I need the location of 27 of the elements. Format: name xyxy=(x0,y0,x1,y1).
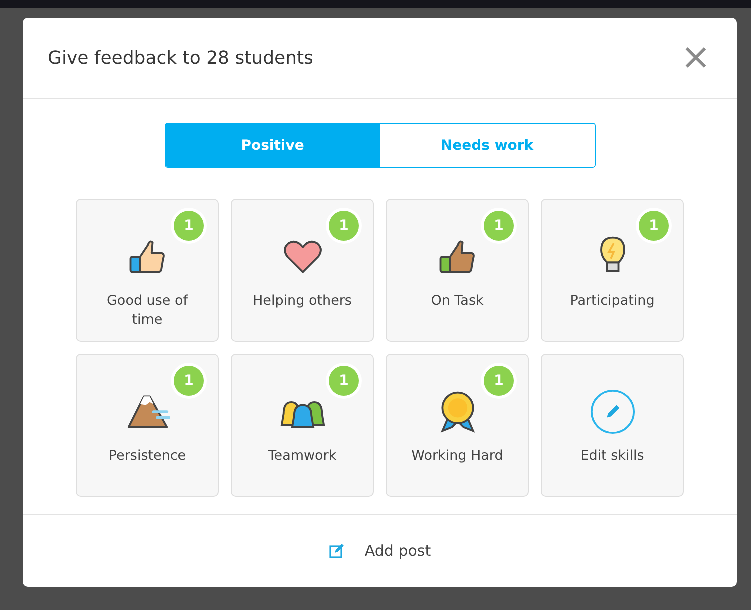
pencil-icon xyxy=(590,389,636,435)
skill-card[interactable]: 1 On Task xyxy=(386,199,529,342)
skill-label: Edit skills xyxy=(580,447,644,466)
skill-card[interactable]: 1 Persistence xyxy=(76,354,219,497)
count-badge: 1 xyxy=(329,211,359,241)
skill-label: Working Hard xyxy=(412,447,504,466)
count-badge: 1 xyxy=(484,366,514,396)
skill-card[interactable]: Edit skills xyxy=(541,354,684,497)
skill-card[interactable]: 1 Good use of time xyxy=(76,199,219,342)
skill-label: Good use of time xyxy=(106,292,190,330)
skill-label: Teamwork xyxy=(268,447,337,466)
skill-label: On Task xyxy=(431,292,484,311)
skill-label: Persistence xyxy=(108,447,186,466)
skill-card[interactable]: 1 Participating xyxy=(541,199,684,342)
count-badge: 1 xyxy=(329,366,359,396)
add-post-button[interactable]: Add post xyxy=(322,541,438,561)
skill-label: Participating xyxy=(570,292,655,311)
skill-card[interactable]: 1 Helping others xyxy=(231,199,374,342)
dialog-title: Give feedback to 28 students xyxy=(48,48,314,68)
count-badge: 1 xyxy=(639,211,669,241)
count-badge: 1 xyxy=(174,211,204,241)
skill-card[interactable]: 1 Working Hard xyxy=(386,354,529,497)
skill-label: Helping others xyxy=(253,292,352,311)
count-badge: 1 xyxy=(174,366,204,396)
skill-card[interactable]: 1 Teamwork xyxy=(231,354,374,497)
edit-icon xyxy=(328,543,345,559)
count-badge: 1 xyxy=(484,211,514,241)
